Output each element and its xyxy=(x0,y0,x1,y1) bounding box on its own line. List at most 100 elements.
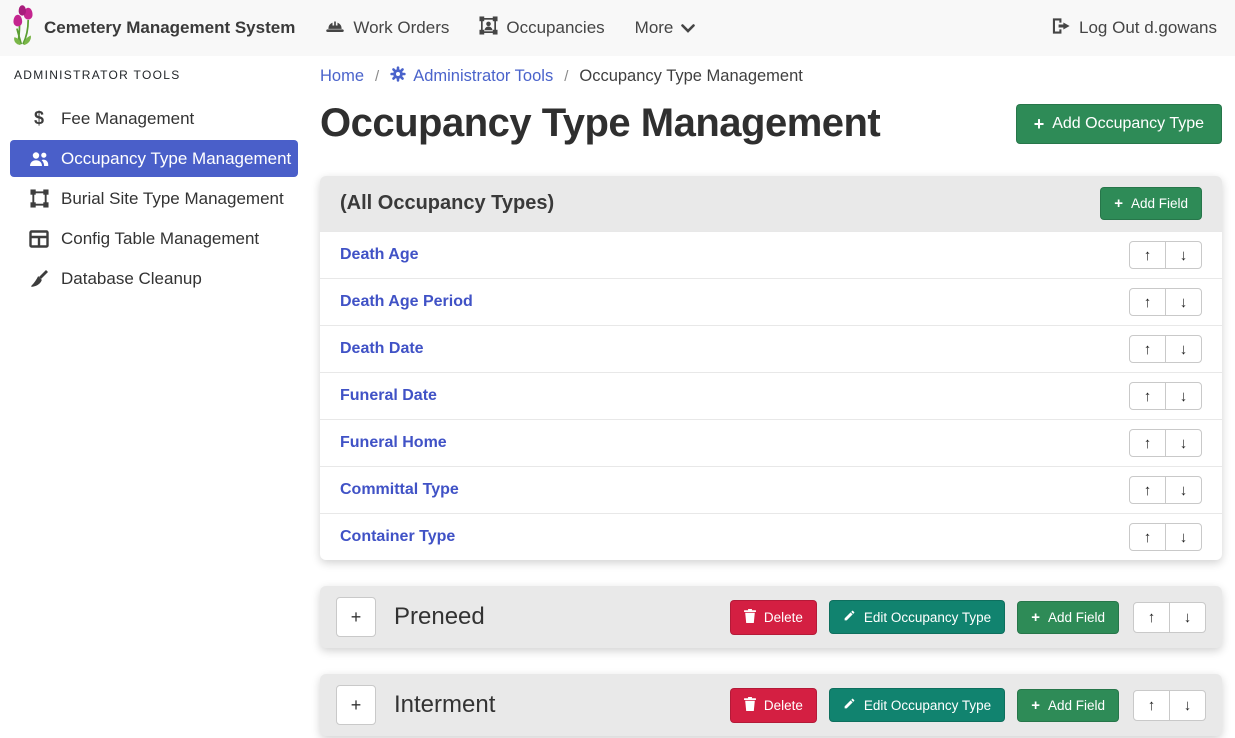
sidebar-item-burial-site-type-management[interactable]: Burial Site Type Management xyxy=(10,180,298,217)
sidebar-heading: ADMINISTRATOR TOOLS xyxy=(0,68,310,82)
sidebar: ADMINISTRATOR TOOLS $ Fee Management Occ… xyxy=(0,56,310,300)
breadcrumb-current: Occupancy Type Management xyxy=(579,67,803,86)
pencil-icon xyxy=(843,609,856,625)
chevron-down-icon xyxy=(681,18,695,38)
plus-icon: + xyxy=(1031,698,1040,713)
sign-out-icon xyxy=(1051,18,1070,39)
logout-label: Log Out d.gowans xyxy=(1079,18,1217,38)
move-up-button[interactable]: ↑ xyxy=(1129,335,1166,363)
sidebar-item-database-cleanup[interactable]: Database Cleanup xyxy=(10,260,298,297)
sidebar-item-label: Config Table Management xyxy=(61,229,259,249)
field-row: Funeral Home ↑ ↓ xyxy=(320,419,1222,466)
table-icon xyxy=(27,230,51,248)
occupancy-type-section-preneed: + Preneed Delete xyxy=(320,586,1222,648)
edit-occupancy-type-label: Edit Occupancy Type xyxy=(864,698,991,713)
app-title: Cemetery Management System xyxy=(44,18,295,38)
plus-icon: + xyxy=(1114,196,1123,211)
users-icon xyxy=(27,151,51,167)
all-occupancy-types-header: (All Occupancy Types) + Add Field xyxy=(320,176,1222,231)
sidebar-item-occupancy-type-management[interactable]: Occupancy Type Management xyxy=(10,140,298,177)
main-content: Home / Administrator Tools xyxy=(310,56,1235,736)
breadcrumb-admin-tools-link[interactable]: Administrator Tools xyxy=(390,66,553,87)
move-down-button[interactable]: ↓ xyxy=(1165,335,1202,363)
vector-square-icon xyxy=(27,189,51,208)
delete-label: Delete xyxy=(764,698,803,713)
section-title: Interment xyxy=(394,691,495,719)
move-up-button[interactable]: ↑ xyxy=(1129,241,1166,269)
move-up-button[interactable]: ↑ xyxy=(1129,288,1166,316)
gear-icon xyxy=(390,66,406,87)
add-field-button[interactable]: + Add Field xyxy=(1017,601,1119,634)
move-up-button[interactable]: ↑ xyxy=(1129,523,1166,551)
sidebar-item-config-table-management[interactable]: Config Table Management xyxy=(10,220,298,257)
move-down-button[interactable]: ↓ xyxy=(1169,690,1206,721)
tulip-logo-icon xyxy=(10,5,36,52)
nav-work-orders[interactable]: Work Orders xyxy=(325,17,449,39)
move-up-button[interactable]: ↑ xyxy=(1129,476,1166,504)
field-link-death-age-period[interactable]: Death Age Period xyxy=(340,288,473,316)
broom-icon xyxy=(27,269,51,289)
move-up-button[interactable]: ↑ xyxy=(1133,602,1170,633)
card-title: (All Occupancy Types) xyxy=(340,192,554,215)
move-down-button[interactable]: ↓ xyxy=(1165,288,1202,316)
move-up-button[interactable]: ↑ xyxy=(1129,429,1166,457)
breadcrumb-home-link[interactable]: Home xyxy=(320,67,364,86)
nav-work-orders-label: Work Orders xyxy=(353,18,449,38)
edit-occupancy-type-label: Edit Occupancy Type xyxy=(864,610,991,625)
add-field-button[interactable]: + Add Field xyxy=(1100,187,1202,220)
reorder-controls: ↑ ↓ xyxy=(1129,288,1202,316)
field-link-death-age[interactable]: Death Age xyxy=(340,241,419,269)
field-link-committal-type[interactable]: Committal Type xyxy=(340,476,459,504)
sidebar-item-label: Burial Site Type Management xyxy=(61,189,284,209)
sidebar-item-fee-management[interactable]: $ Fee Management xyxy=(10,100,298,137)
nav-occupancies[interactable]: Occupancies xyxy=(479,16,604,40)
expand-button[interactable]: + xyxy=(336,597,376,637)
field-link-funeral-home[interactable]: Funeral Home xyxy=(340,429,447,457)
edit-occupancy-type-button[interactable]: Edit Occupancy Type xyxy=(829,600,1005,634)
add-field-label: Add Field xyxy=(1048,698,1105,713)
edit-occupancy-type-button[interactable]: Edit Occupancy Type xyxy=(829,688,1005,722)
reorder-controls: ↑ ↓ xyxy=(1129,241,1202,269)
breadcrumb-separator: / xyxy=(375,68,379,85)
logout-button[interactable]: Log Out d.gowans xyxy=(1051,18,1217,39)
delete-button[interactable]: Delete xyxy=(730,688,817,723)
expand-button[interactable]: + xyxy=(336,685,376,725)
brand[interactable]: Cemetery Management System xyxy=(10,5,295,52)
move-down-button[interactable]: ↓ xyxy=(1165,429,1202,457)
sidebar-item-label: Database Cleanup xyxy=(61,269,202,289)
move-down-button[interactable]: ↓ xyxy=(1169,602,1206,633)
move-down-button[interactable]: ↓ xyxy=(1165,476,1202,504)
breadcrumb-admin-tools-label: Administrator Tools xyxy=(413,67,553,86)
move-down-button[interactable]: ↓ xyxy=(1165,241,1202,269)
top-navbar: Cemetery Management System Work Orders O… xyxy=(0,0,1235,56)
add-field-button[interactable]: + Add Field xyxy=(1017,689,1119,722)
all-occupancy-types-card: (All Occupancy Types) + Add Field Death … xyxy=(320,176,1222,560)
nav-more-label: More xyxy=(635,18,674,38)
delete-label: Delete xyxy=(764,610,803,625)
add-field-label: Add Field xyxy=(1048,610,1105,625)
sidebar-item-label: Fee Management xyxy=(61,109,194,129)
trash-icon xyxy=(744,697,756,714)
move-down-button[interactable]: ↓ xyxy=(1165,523,1202,551)
field-row: Funeral Date ↑ ↓ xyxy=(320,372,1222,419)
move-up-button[interactable]: ↑ xyxy=(1133,690,1170,721)
hard-hat-icon xyxy=(325,17,345,39)
nav-more[interactable]: More xyxy=(635,18,696,38)
field-link-container-type[interactable]: Container Type xyxy=(340,523,455,551)
move-down-button[interactable]: ↓ xyxy=(1165,382,1202,410)
delete-button[interactable]: Delete xyxy=(730,600,817,635)
move-up-button[interactable]: ↑ xyxy=(1129,382,1166,410)
field-link-funeral-date[interactable]: Funeral Date xyxy=(340,382,437,410)
reorder-controls: ↑ ↓ xyxy=(1129,335,1202,363)
dollar-icon: $ xyxy=(27,108,51,129)
add-occupancy-type-button[interactable]: + Add Occupancy Type xyxy=(1016,104,1222,144)
page-title: Occupancy Type Management xyxy=(320,101,880,146)
nav-occupancies-label: Occupancies xyxy=(506,18,604,38)
plus-icon: + xyxy=(1034,115,1045,133)
reorder-controls: ↑ ↓ xyxy=(1129,429,1202,457)
breadcrumb: Home / Administrator Tools xyxy=(320,66,1222,87)
sidebar-item-label: Occupancy Type Management xyxy=(61,149,291,169)
field-link-death-date[interactable]: Death Date xyxy=(340,335,424,363)
section-title: Preneed xyxy=(394,603,485,631)
field-row: Death Date ↑ ↓ xyxy=(320,325,1222,372)
